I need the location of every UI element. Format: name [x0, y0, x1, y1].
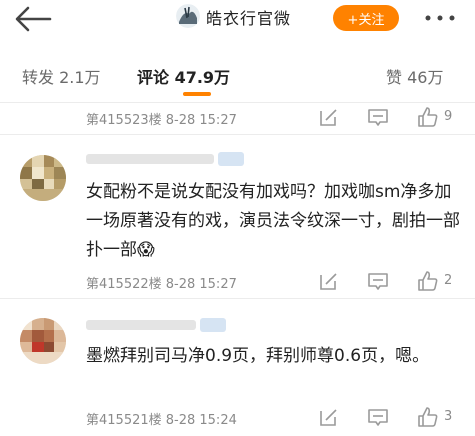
active-tab-indicator — [183, 92, 211, 96]
reply-icon[interactable] — [367, 270, 389, 292]
comment-text: 女配粉不是说女配没有加戏吗？加戏咖sm净多加一场原著没有的戏，演员法令纹深一寸，… — [86, 182, 460, 260]
comment-floor-time: 第415521楼 8-28 15:24 — [86, 413, 237, 428]
top-bar: 皓衣行官微 +关注 — [0, 0, 475, 40]
edit-icon[interactable] — [318, 406, 340, 428]
account-avatar[interactable] — [176, 4, 200, 28]
comment-meta-row: 第415521楼 8-28 15:24 3 — [86, 406, 466, 430]
reply-icon[interactable] — [367, 106, 389, 128]
tab-like[interactable]: 赞 46万 — [386, 64, 443, 88]
thumb-up-icon[interactable] — [417, 270, 439, 292]
more-dots-icon[interactable] — [420, 8, 460, 28]
comment-meta-row: 第415523楼 8-28 15:27 9 — [86, 106, 466, 130]
comment-floor-time: 第415523楼 8-28 15:27 — [86, 113, 237, 128]
thumb-up-icon[interactable] — [417, 406, 439, 428]
back-arrow-icon[interactable] — [14, 6, 52, 32]
like-count: 3 — [444, 409, 453, 424]
like-count: 2 — [444, 273, 453, 288]
comment-username-blurred[interactable] — [86, 152, 246, 166]
thumb-up-icon[interactable] — [417, 106, 439, 128]
tab-comment[interactable]: 评论 47.9万 — [137, 64, 230, 88]
comment-floor-time: 第415522楼 8-28 15:27 — [86, 277, 237, 292]
like-count: 9 — [444, 109, 453, 124]
account-name[interactable]: 皓衣行官微 — [206, 5, 291, 29]
comment-username-blurred[interactable] — [86, 318, 246, 332]
avatar[interactable] — [20, 155, 66, 201]
follow-button[interactable]: +关注 — [333, 5, 399, 31]
divider — [0, 298, 475, 299]
tab-bar: 转发 2.1万 评论 47.9万 赞 46万 — [0, 40, 475, 102]
edit-icon[interactable] — [318, 106, 340, 128]
edit-icon[interactable] — [318, 270, 340, 292]
avatar[interactable] — [20, 318, 66, 364]
comment-meta-row: 第415522楼 8-28 15:27 2 — [86, 270, 466, 294]
reply-icon[interactable] — [367, 406, 389, 428]
divider — [0, 102, 475, 103]
comment-text: 墨燃拜别司马净0.9页，拜别师尊0.6页，嗯。 — [86, 346, 430, 366]
divider — [0, 134, 475, 135]
tab-repost[interactable]: 转发 2.1万 — [22, 64, 101, 88]
